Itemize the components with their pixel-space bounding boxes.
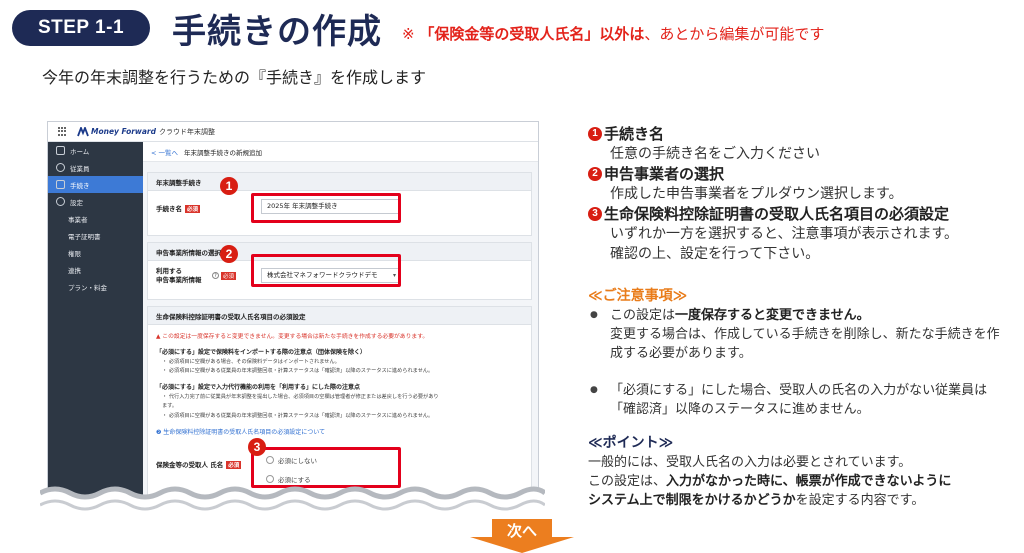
sidebar-subitem[interactable]: 電子証明書 (48, 227, 143, 244)
sidebar-subitem[interactable]: 権限 (48, 244, 143, 261)
sidebar-label: 設定 (70, 198, 83, 207)
badge-1: 1 (220, 177, 238, 195)
next-button-label: 次へ (506, 522, 537, 540)
notice-line: ・ 必須項目に空欄がある従業員の年末調整回収・計算ステータスは「確認済」以降のス… (162, 413, 434, 419)
number-badge: 3 (588, 207, 602, 221)
explain-desc: 任意の手続き名をご入力ください (610, 146, 820, 162)
notice-title: 「必須にする」設定で入力代行機能の利用を「利用する」にした際の注意点 (156, 384, 361, 391)
page-subtitle: 今年の年末調整を行うための『手続き』を作成します (42, 68, 427, 87)
label-text: 保険金等の受取人 氏名 (156, 461, 224, 469)
notice-title: 「必須にする」設定で保険料をインポートする際の注意点（団体保険を除く） (156, 349, 367, 356)
label-text: 手続き名 (156, 205, 182, 213)
required-badge: 必須 (221, 272, 237, 280)
point-title: ≪ポイント≫ (588, 435, 674, 451)
sidebar-label: 手続き (70, 181, 90, 190)
required-badge: 必須 (185, 205, 201, 213)
back-link[interactable]: < 一覧へ (151, 147, 178, 157)
help-link[interactable]: ❷ 生命保険料控除証明書の受取人氏名項目の必須設定について (156, 427, 325, 436)
step-badge: STEP 1-1 (12, 10, 150, 46)
caution-strong: 一度保存すると変更できません。 (675, 308, 870, 323)
point-text: を設定する内容です。 (795, 493, 925, 508)
sidebar-item-procedures[interactable]: 手続き (48, 176, 143, 193)
sidebar-item-home[interactable]: ホーム (48, 142, 143, 159)
explain-desc: 作成した申告事業者をプルダウン選択します。 (610, 186, 903, 202)
sidebar: ホーム 従業員 手続き 設定 事業者 電子証明書 権限 連携 プラン・料金 (48, 142, 143, 498)
sidebar-label: ホーム (70, 147, 90, 156)
help-icon[interactable]: ? (212, 272, 219, 279)
required-badge: 必須 (226, 461, 242, 469)
explain-desc: いずれか一方を選択すると、注意事項が表示されます。 (610, 226, 959, 242)
sidebar-label: 従業員 (70, 164, 90, 173)
point-line: システム上で制限をかけるかどうかを設定する内容です。 (588, 491, 1018, 510)
note-rest: 、あとから編集が可能です (644, 25, 825, 43)
sidebar-item-employees[interactable]: 従業員 (48, 159, 143, 176)
caution-bullet-1: この設定は一度保存すると変更できません。 (588, 306, 1018, 325)
badge-2: 2 (220, 245, 238, 263)
money-forward-logo-icon (77, 126, 89, 136)
brand-name: Money Forward (91, 127, 156, 136)
point-strong: 入力がなかった時に、帳票が作成できないように (666, 474, 952, 489)
number-badge: 2 (588, 167, 602, 181)
notice-line: ・ 必須項目に空欄がある場合、その保険料データはインポートされません。 (162, 359, 340, 365)
note-strong: 「保険金等の受取人氏名」以外は (419, 25, 645, 43)
header-note: ※ 「保険金等の受取人氏名」以外は、あとから編集が可能です (402, 23, 824, 44)
gear-icon (56, 197, 65, 206)
explain-title-3: 3 生命保険料控除証明書の受取人氏名項目の必須設定 (588, 204, 1018, 224)
highlight-box-1 (251, 193, 401, 223)
explain-desc: 確認の上、設定を行って下さい。 (610, 246, 820, 262)
highlight-box-2 (251, 254, 401, 287)
page-title: 手続きの作成 (172, 12, 382, 52)
point-line: この設定は、入力がなかった時に、帳票が作成できないように (588, 472, 1018, 491)
explain-title-text: 申告事業者の選択 (604, 165, 725, 183)
user-icon (56, 163, 65, 172)
point-strong: システム上で制限をかけるかどうか (588, 493, 796, 508)
torn-edge-graphic (40, 486, 545, 519)
caution-text: この設定は (610, 308, 676, 323)
sidebar-item-settings[interactable]: 設定 (48, 193, 143, 210)
caution-cont: 変更する場合は、作成している手続きを削除し、新たな手続きを作 (610, 327, 1000, 342)
badge-3: 3 (248, 438, 266, 456)
caution-cont: 成する必要があります。 (610, 346, 752, 361)
card-header: 生命保険料控除証明書の受取人氏名項目の必須設定 (148, 307, 531, 325)
caution-bullet-2: 「必須にする」にした場合、受取人の氏名の入力がない従業員は (588, 381, 1018, 400)
breadcrumb-current: 年末調整手続きの新規追加 (184, 148, 263, 157)
recipient-name-label: 保険金等の受取人 氏名 必須 (156, 459, 242, 469)
sidebar-subitem[interactable]: 事業者 (48, 210, 143, 227)
point-text: この設定は、 (588, 474, 667, 489)
list-icon (56, 180, 65, 189)
explanation-panel: 1 手続き名 任意の手続き名をご入力ください 2 申告事業者の選択 作成した申告… (588, 124, 1018, 510)
app-grid-icon[interactable] (58, 127, 67, 136)
app-topbar: Money Forward クラウド年末調整 (48, 122, 538, 142)
explain-title-1: 1 手続き名 (588, 124, 1018, 144)
home-icon (56, 146, 65, 155)
sidebar-subitem[interactable]: 連携 (48, 261, 143, 278)
notice-line: ・ 必須項目に空欄がある従業員の年末調整回収・計算ステータスは「確認済」以降のス… (162, 368, 434, 374)
point-line: 一般的には、受取人氏名の入力は必要とされています。 (588, 455, 912, 470)
warning-text: ▲ この設定は一度保存すると変更できません。変更する場合は新たな手続きを作成する… (156, 334, 429, 340)
caution-title: ≪ご注意事項≫ (588, 288, 688, 304)
sidebar-subitem[interactable]: プラン・料金 (48, 278, 143, 295)
breadcrumb: < 一覧へ 年末調整手続きの新規追加 (143, 142, 538, 162)
number-badge: 1 (588, 127, 602, 141)
explain-title-text: 手続き名 (604, 125, 665, 143)
note-mark: ※ (402, 25, 415, 43)
card-header: 年末調整手続き (148, 173, 531, 191)
caution-cont: 「確認済」以降のステータスに進めません。 (610, 402, 870, 417)
explain-title-text: 生命保険料控除証明書の受取人氏名項目の必須設定 (604, 205, 950, 223)
notice-line: ・ 代行入力完了前に従業員が年末調整を提出した場合、必須項目の空欄は管理者が修正… (162, 394, 439, 400)
office-select-label: 利用する 申告事業所情報 (156, 267, 202, 285)
explain-title-2: 2 申告事業者の選択 (588, 164, 1018, 184)
label-line: 申告事業所情報 (156, 276, 202, 284)
app-screenshot: Money Forward クラウド年末調整 ホーム 従業員 手続き 設定 事業… (47, 121, 539, 499)
notice-line: ます。 (162, 403, 178, 409)
procedure-name-label: 手続き名 必須 (156, 203, 201, 213)
label-line: 利用する (156, 267, 182, 275)
app-name: クラウド年末調整 (159, 127, 215, 136)
